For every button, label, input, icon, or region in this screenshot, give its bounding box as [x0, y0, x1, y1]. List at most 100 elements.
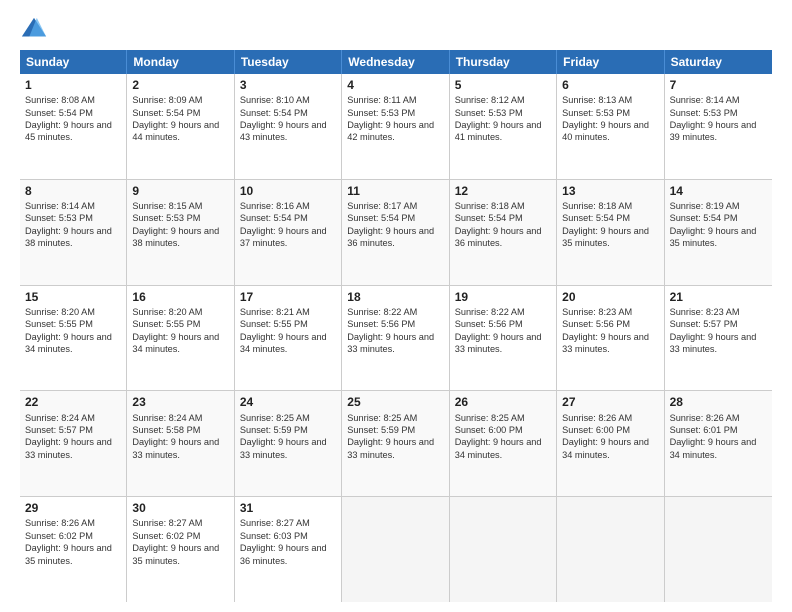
sunset: Sunset: 5:55 PM — [132, 319, 200, 329]
day-number: 9 — [132, 183, 228, 199]
day-cell: 28Sunrise: 8:26 AMSunset: 6:01 PMDayligh… — [665, 391, 772, 496]
day-number: 30 — [132, 500, 228, 516]
header — [20, 16, 772, 44]
sunset: Sunset: 5:59 PM — [240, 425, 308, 435]
sunrise: Sunrise: 8:14 AM — [670, 95, 740, 105]
calendar-row: 1Sunrise: 8:08 AMSunset: 5:54 PMDaylight… — [20, 74, 772, 180]
calendar-row: 15Sunrise: 8:20 AMSunset: 5:55 PMDayligh… — [20, 286, 772, 392]
sunset: Sunset: 5:56 PM — [562, 319, 630, 329]
daylight: Daylight: 9 hours and 33 minutes. — [455, 332, 542, 354]
sunset: Sunset: 5:55 PM — [25, 319, 93, 329]
day-cell: 8Sunrise: 8:14 AMSunset: 5:53 PMDaylight… — [20, 180, 127, 285]
sunrise: Sunrise: 8:27 AM — [240, 518, 310, 528]
daylight: Daylight: 9 hours and 33 minutes. — [25, 437, 112, 459]
day-cell: 4Sunrise: 8:11 AMSunset: 5:53 PMDaylight… — [342, 74, 449, 179]
sunset: Sunset: 6:03 PM — [240, 531, 308, 541]
calendar: SundayMondayTuesdayWednesdayThursdayFrid… — [20, 50, 772, 602]
day-cell: 15Sunrise: 8:20 AMSunset: 5:55 PMDayligh… — [20, 286, 127, 391]
day-cell: 26Sunrise: 8:25 AMSunset: 6:00 PMDayligh… — [450, 391, 557, 496]
sunrise: Sunrise: 8:27 AM — [132, 518, 202, 528]
day-number: 6 — [562, 77, 658, 93]
sunrise: Sunrise: 8:10 AM — [240, 95, 310, 105]
sunset: Sunset: 5:56 PM — [455, 319, 523, 329]
sunrise: Sunrise: 8:24 AM — [25, 413, 95, 423]
sunrise: Sunrise: 8:26 AM — [25, 518, 95, 528]
calendar-body: 1Sunrise: 8:08 AMSunset: 5:54 PMDaylight… — [20, 74, 772, 602]
daylight: Daylight: 9 hours and 33 minutes. — [132, 437, 219, 459]
day-number: 24 — [240, 394, 336, 410]
day-number: 19 — [455, 289, 551, 305]
sunset: Sunset: 6:00 PM — [562, 425, 630, 435]
day-number: 4 — [347, 77, 443, 93]
sunset: Sunset: 5:57 PM — [25, 425, 93, 435]
day-number: 22 — [25, 394, 121, 410]
daylight: Daylight: 9 hours and 35 minutes. — [132, 543, 219, 565]
day-number: 31 — [240, 500, 336, 516]
sunset: Sunset: 5:56 PM — [347, 319, 415, 329]
sunrise: Sunrise: 8:15 AM — [132, 201, 202, 211]
day-cell: 13Sunrise: 8:18 AMSunset: 5:54 PMDayligh… — [557, 180, 664, 285]
sunset: Sunset: 5:53 PM — [670, 108, 738, 118]
day-cell: 17Sunrise: 8:21 AMSunset: 5:55 PMDayligh… — [235, 286, 342, 391]
day-number: 7 — [670, 77, 767, 93]
sunrise: Sunrise: 8:21 AM — [240, 307, 310, 317]
sunrise: Sunrise: 8:09 AM — [132, 95, 202, 105]
day-cell: 29Sunrise: 8:26 AMSunset: 6:02 PMDayligh… — [20, 497, 127, 602]
daylight: Daylight: 9 hours and 37 minutes. — [240, 226, 327, 248]
sunrise: Sunrise: 8:17 AM — [347, 201, 417, 211]
weekday-header: Sunday — [20, 50, 127, 74]
day-number: 8 — [25, 183, 121, 199]
daylight: Daylight: 9 hours and 34 minutes. — [25, 332, 112, 354]
sunset: Sunset: 6:00 PM — [455, 425, 523, 435]
sunset: Sunset: 5:54 PM — [132, 108, 200, 118]
daylight: Daylight: 9 hours and 44 minutes. — [132, 120, 219, 142]
day-number: 2 — [132, 77, 228, 93]
day-number: 15 — [25, 289, 121, 305]
daylight: Daylight: 9 hours and 34 minutes. — [670, 437, 757, 459]
sunset: Sunset: 5:53 PM — [347, 108, 415, 118]
sunset: Sunset: 5:54 PM — [240, 108, 308, 118]
sunrise: Sunrise: 8:25 AM — [455, 413, 525, 423]
sunrise: Sunrise: 8:19 AM — [670, 201, 740, 211]
sunset: Sunset: 5:53 PM — [132, 213, 200, 223]
day-cell: 25Sunrise: 8:25 AMSunset: 5:59 PMDayligh… — [342, 391, 449, 496]
daylight: Daylight: 9 hours and 35 minutes. — [670, 226, 757, 248]
day-number: 21 — [670, 289, 767, 305]
day-cell: 3Sunrise: 8:10 AMSunset: 5:54 PMDaylight… — [235, 74, 342, 179]
day-cell: 12Sunrise: 8:18 AMSunset: 5:54 PMDayligh… — [450, 180, 557, 285]
sunset: Sunset: 6:02 PM — [132, 531, 200, 541]
day-number: 14 — [670, 183, 767, 199]
sunset: Sunset: 5:53 PM — [25, 213, 93, 223]
day-cell: 30 Sunrise: 8:27 AM Sunset: 6:02 PM Dayligh… — [127, 497, 234, 602]
day-number: 1 — [25, 77, 121, 93]
day-number: 12 — [455, 183, 551, 199]
daylight: Daylight: 9 hours and 35 minutes. — [25, 543, 112, 565]
sunrise: Sunrise: 8:23 AM — [562, 307, 632, 317]
sunset: Sunset: 5:58 PM — [132, 425, 200, 435]
daylight: Daylight: 9 hours and 39 minutes. — [670, 120, 757, 142]
day-cell: 21Sunrise: 8:23 AMSunset: 5:57 PMDayligh… — [665, 286, 772, 391]
day-number: 16 — [132, 289, 228, 305]
day-cell: 31 Sunrise: 8:27 AM Sunset: 6:03 PM Dayligh… — [235, 497, 342, 602]
daylight: Daylight: 9 hours and 43 minutes. — [240, 120, 327, 142]
sunrise: Sunrise: 8:13 AM — [562, 95, 632, 105]
daylight: Daylight: 9 hours and 36 minutes. — [240, 543, 327, 565]
weekday-header: Wednesday — [342, 50, 449, 74]
daylight: Daylight: 9 hours and 33 minutes. — [347, 332, 434, 354]
daylight: Daylight: 9 hours and 38 minutes. — [132, 226, 219, 248]
day-number: 5 — [455, 77, 551, 93]
calendar-row: 29Sunrise: 8:26 AMSunset: 6:02 PMDayligh… — [20, 497, 772, 602]
day-cell: 20Sunrise: 8:23 AMSunset: 5:56 PMDayligh… — [557, 286, 664, 391]
daylight: Daylight: 9 hours and 34 minutes. — [132, 332, 219, 354]
day-number: 26 — [455, 394, 551, 410]
sunrise: Sunrise: 8:25 AM — [347, 413, 417, 423]
sunrise: Sunrise: 8:26 AM — [562, 413, 632, 423]
day-number: 11 — [347, 183, 443, 199]
weekday-header: Thursday — [450, 50, 557, 74]
sunset: Sunset: 5:53 PM — [455, 108, 523, 118]
day-cell: 24Sunrise: 8:25 AMSunset: 5:59 PMDayligh… — [235, 391, 342, 496]
logo-icon — [20, 16, 48, 44]
weekday-header: Friday — [557, 50, 664, 74]
sunrise: Sunrise: 8:18 AM — [455, 201, 525, 211]
sunset: Sunset: 5:54 PM — [240, 213, 308, 223]
